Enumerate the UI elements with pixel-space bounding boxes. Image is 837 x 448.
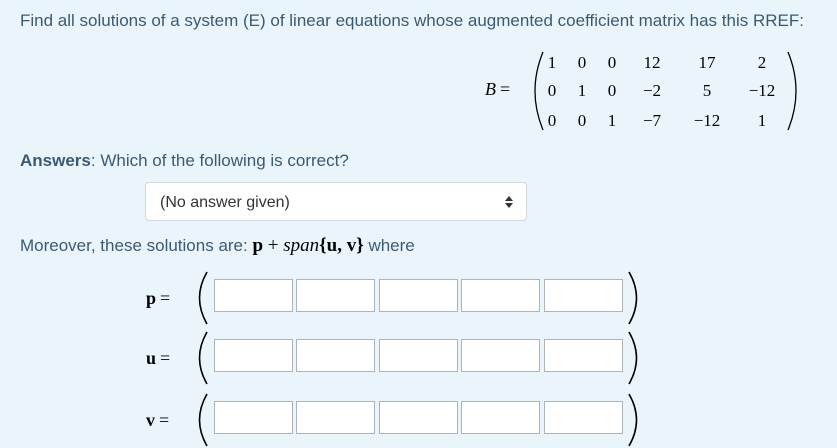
matrix-entry: 0 (548, 81, 557, 100)
expr-p: p (252, 235, 264, 256)
expr-set: {u, v} (319, 235, 364, 256)
vector-p-cell-2[interactable] (296, 279, 375, 312)
vector-equals: = (160, 288, 171, 308)
vector-row-v: v = (140, 392, 650, 448)
matrix-entry: 17 (699, 53, 717, 72)
vector-u-cell-2[interactable] (296, 339, 375, 372)
right-paren (628, 393, 638, 447)
matrix-entry: −12 (749, 81, 776, 100)
left-paren (198, 331, 208, 385)
matrix-entry: 0 (548, 111, 557, 130)
answers-question: : Which of the following is correct? (90, 151, 349, 170)
answers-prompt: Answers: Which of the following is corre… (20, 151, 349, 171)
vector-row-p: p = (140, 270, 650, 326)
matrix-entry: 5 (703, 81, 712, 100)
vector-equals: = (160, 348, 171, 368)
expr-span: span (283, 235, 320, 256)
vector-u-cell-4[interactable] (461, 339, 540, 372)
right-paren (628, 331, 638, 385)
vector-p-cell-5[interactable] (544, 279, 623, 312)
vector-v-cell-5[interactable] (544, 401, 623, 434)
vector-p-cell-3[interactable] (379, 279, 458, 312)
matrix-left-paren (534, 51, 544, 131)
vector-label: u (146, 348, 157, 368)
matrix-entry: 1 (578, 81, 587, 100)
vector-equals: = (159, 410, 170, 430)
vector-v-cell-2[interactable] (296, 401, 375, 434)
moreover-prefix: Moreover, these solutions are: (20, 236, 253, 255)
matrix-right-paren (787, 51, 797, 131)
vector-u-cell-3[interactable] (379, 339, 458, 372)
matrix-entry: −12 (694, 111, 721, 130)
matrix-entry: 1 (548, 53, 557, 72)
vector-v-cell-1[interactable] (214, 401, 293, 434)
matrix-entry: 0 (578, 111, 587, 130)
matrix-entry: 0 (608, 53, 617, 72)
vector-p-cell-1[interactable] (214, 279, 293, 312)
answer-select[interactable]: (No answer given) (145, 182, 527, 221)
vector-p-cell-4[interactable] (461, 279, 540, 312)
matrix-entry: −2 (643, 81, 661, 100)
left-paren (198, 393, 208, 447)
vector-u-cell-5[interactable] (544, 339, 623, 372)
answers-label: Answers (20, 151, 91, 170)
vector-u-cell-1[interactable] (214, 339, 293, 372)
vector-label: p (146, 288, 157, 308)
vector-v-cell-4[interactable] (461, 401, 540, 434)
vector-row-u: u = (140, 330, 650, 386)
matrix-entry: 1 (758, 111, 767, 130)
matrix-entry: 0 (608, 81, 617, 100)
right-paren (628, 271, 638, 325)
matrix-entry: 2 (758, 53, 767, 72)
expr-plus: + (263, 235, 284, 256)
updown-arrow-icon (505, 196, 513, 208)
matrix-entry: 12 (644, 53, 661, 72)
matrix-entry: −7 (643, 111, 662, 130)
vector-label: v (146, 410, 155, 430)
matrix-equals: = (500, 79, 511, 99)
moreover-suffix: where (363, 236, 415, 255)
matrix-entry: 1 (608, 111, 617, 130)
solution-form-text: Moreover, these solutions are: p + span{… (20, 235, 415, 257)
matrix-entry: 0 (578, 53, 587, 72)
answer-select-value: (No answer given) (160, 194, 290, 211)
matrix-name: B (485, 79, 496, 99)
vector-v-cell-3[interactable] (379, 401, 458, 434)
matrix-body: 1 0 0 12 17 2 0 1 0 −2 5 −12 0 0 1 −7 −12 1 (534, 51, 797, 131)
left-paren (198, 271, 208, 325)
question-text: Find all solutions of a system (E) of li… (20, 11, 804, 30)
